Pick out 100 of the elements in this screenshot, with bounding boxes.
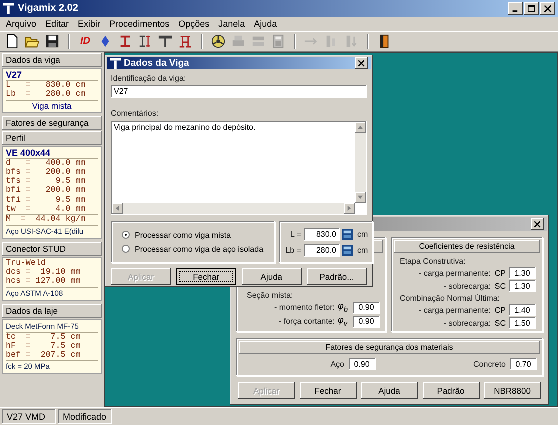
input-field[interactable]: 1.30 xyxy=(509,267,536,279)
property-line: dcs = 19.10 mm xyxy=(6,268,82,277)
profile-title: VE 400x44 xyxy=(6,148,52,158)
section-header[interactable]: Dados da viga xyxy=(2,53,102,67)
group-heading: Combinação Normal Última: xyxy=(399,294,502,303)
toolbar-button[interactable] xyxy=(157,33,174,50)
input-field[interactable]: 0.70 xyxy=(510,358,537,370)
menu-item[interactable]: Editar xyxy=(46,19,70,29)
section-header: Coeficientes de resistência xyxy=(394,240,540,253)
ibeam-icon xyxy=(118,34,133,49)
section-header[interactable]: Fatores de segurança xyxy=(2,116,102,130)
unit-label: cm xyxy=(358,230,368,238)
beam-icon xyxy=(3,3,14,14)
left-arrow-icon[interactable] xyxy=(115,206,120,211)
input-field[interactable]: 1.40 xyxy=(509,304,536,316)
input-field[interactable]: 0.90 xyxy=(348,358,376,370)
scrollbar[interactable] xyxy=(112,203,355,214)
dialog-title: Dados da Viga xyxy=(124,58,190,68)
input-field[interactable]: 1.30 xyxy=(509,280,536,292)
maximize-icon xyxy=(528,4,536,12)
beam-type-label: Viga mista xyxy=(31,100,73,111)
profile-title: V27 xyxy=(6,70,24,80)
menu-item[interactable]: Janela xyxy=(218,19,246,29)
beam-icon xyxy=(110,58,121,68)
truss-icon xyxy=(178,34,193,49)
maximize-button[interactable] xyxy=(524,2,539,15)
section-header[interactable]: Dados da laje xyxy=(2,304,102,318)
property-line: bfs = 200.0 mm xyxy=(6,168,87,177)
menu-item[interactable]: Exibir xyxy=(78,19,101,29)
dialog-button[interactable]: Padrão... xyxy=(306,268,367,285)
dialog-button[interactable]: Ajuda xyxy=(361,382,418,399)
code-label: SC xyxy=(494,318,506,328)
close-icon xyxy=(544,4,552,12)
close-icon xyxy=(358,60,365,66)
input-field[interactable]: 1.50 xyxy=(509,317,536,329)
dialog-button[interactable]: Fechar xyxy=(176,268,236,285)
code-label: CP xyxy=(494,268,506,278)
save-icon xyxy=(45,34,60,49)
dialog-button[interactable]: Padrão xyxy=(422,382,480,399)
input-field[interactable]: 0.90 xyxy=(353,316,380,328)
property-line: Lb = 280.0 cm xyxy=(6,90,87,100)
unit-label: cm xyxy=(358,246,368,254)
close-button[interactable] xyxy=(355,57,368,69)
property-line: tfi = 9.5 mm xyxy=(6,196,87,206)
close-button[interactable] xyxy=(540,2,555,15)
up-arrow-icon[interactable] xyxy=(358,125,363,130)
section-header[interactable]: Perfil xyxy=(2,130,102,145)
scrollbar[interactable] xyxy=(355,122,366,203)
radio-option[interactable]: Processar como viga mista xyxy=(122,230,264,240)
field-label: - sobrecarga: xyxy=(444,282,491,290)
menu-item[interactable]: Ajuda xyxy=(254,19,278,29)
property-line: tw = 4.0 mm xyxy=(6,205,87,214)
window-title: Vigamix 2.02 xyxy=(18,3,80,14)
tbeam-icon xyxy=(158,34,173,49)
property-line: hcs = 127.00 mm xyxy=(6,277,82,287)
field-label: Identificação da viga: xyxy=(111,74,188,83)
menu-item[interactable]: Arquivo xyxy=(6,19,37,29)
property-line: tfs = 9.5 mm xyxy=(6,177,87,186)
input-field[interactable]: 0.90 xyxy=(353,302,380,314)
group-heading: Seção mista: xyxy=(247,291,294,300)
field-label: - sobrecarga: xyxy=(444,318,491,328)
radio-option[interactable]: Processar como viga de aço isolada xyxy=(122,244,264,254)
field-label: L = xyxy=(289,230,302,238)
input-field[interactable]: V27 xyxy=(111,85,367,98)
input-field[interactable]: 830.0 xyxy=(304,228,340,240)
property-line: Tru-Weld xyxy=(6,258,47,268)
menu-item[interactable]: Procedimentos xyxy=(110,19,170,29)
property-line: bfi = 200.0 mm xyxy=(6,186,87,196)
id-button[interactable]: ID xyxy=(77,33,94,50)
slab-icon xyxy=(251,34,266,49)
radio-button[interactable] xyxy=(122,245,130,253)
right-arrow-icon[interactable] xyxy=(347,206,352,211)
property-line: bef = 207.5 cm xyxy=(6,351,82,360)
toolbar-button[interactable] xyxy=(210,33,227,50)
calculator-icon[interactable] xyxy=(342,244,353,256)
minimize-button[interactable] xyxy=(508,2,523,15)
field-label: Comentários: xyxy=(111,109,160,118)
input-field[interactable]: 280.0 xyxy=(304,244,340,256)
menu-item[interactable]: Opções xyxy=(178,19,210,29)
property-line: d = 400.0 mm xyxy=(6,158,87,168)
section-header[interactable]: Conector STUD xyxy=(2,242,102,256)
bars-down-icon xyxy=(344,34,359,49)
down-arrow-icon[interactable] xyxy=(358,195,363,200)
wheel-icon xyxy=(211,34,226,49)
radio-button[interactable] xyxy=(122,231,130,239)
code-label: CP xyxy=(494,306,506,314)
symbol-label: φ$_{v}$ xyxy=(338,315,349,328)
calculator-icon[interactable] xyxy=(342,228,353,240)
code-label: SC xyxy=(494,282,506,290)
section-header: Fatores de segurança dos materiais xyxy=(239,341,540,354)
dialog-button[interactable]: Ajuda xyxy=(242,268,302,285)
field-label: - força cortante: xyxy=(278,317,335,326)
comments-field[interactable]: Viga principal do mezanino do depósito. xyxy=(111,121,367,215)
property-line: tc = 7.5 cm xyxy=(6,332,82,342)
close-icon xyxy=(534,220,541,228)
dialog-button[interactable]: Fechar xyxy=(300,382,356,399)
toolbar-button[interactable] xyxy=(44,33,61,50)
dialog-button[interactable]: NBR8800 xyxy=(484,382,541,399)
printer-icon xyxy=(231,34,246,49)
field-label: - carga permanente: xyxy=(418,268,491,278)
